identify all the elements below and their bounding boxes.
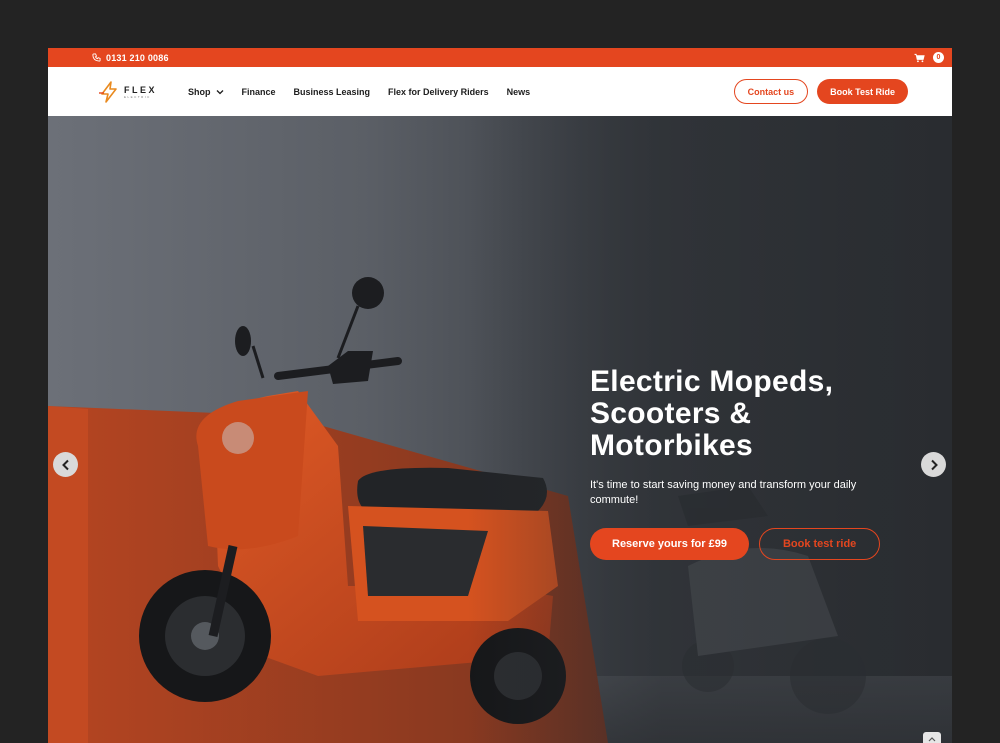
nav-item-label: Finance bbox=[241, 86, 276, 97]
lightning-logo-icon bbox=[99, 80, 117, 103]
nav-item-news[interactable]: News bbox=[507, 87, 531, 97]
logo-subtitle: ELECTRIC bbox=[124, 94, 151, 99]
carousel-next-button[interactable] bbox=[921, 452, 946, 477]
nav-item-shop[interactable]: Shop bbox=[188, 87, 224, 97]
chevron-right-icon bbox=[930, 459, 938, 470]
browser-page: 0131 210 0086 0 FLEX ELECTRIC Shop Finan… bbox=[48, 48, 952, 743]
hero-title-line: Electric Mopeds, bbox=[590, 365, 834, 398]
book-test-ride-button[interactable]: Book Test Ride bbox=[817, 79, 908, 104]
nav-item-finance[interactable]: Finance bbox=[242, 87, 276, 97]
chevron-down-icon bbox=[216, 89, 223, 94]
chevron-up-icon bbox=[928, 737, 936, 742]
chevron-left-icon bbox=[61, 459, 69, 470]
logo-word: FLEX bbox=[124, 84, 158, 95]
nav-item-label: Shop bbox=[188, 86, 211, 97]
book-test-ride-hero-button[interactable]: Book test ride bbox=[758, 528, 881, 560]
phone-number: 0131 210 0086 bbox=[106, 52, 169, 63]
nav-item-delivery-riders[interactable]: Flex for Delivery Riders bbox=[388, 87, 489, 97]
cart-link[interactable]: 0 bbox=[914, 52, 944, 63]
top-bar: 0131 210 0086 0 bbox=[48, 48, 952, 67]
cart-icon bbox=[914, 53, 925, 62]
hero-subtitle: It's time to start saving money and tran… bbox=[590, 479, 857, 506]
phone-link[interactable]: 0131 210 0086 bbox=[92, 53, 169, 63]
nav-item-business-leasing[interactable]: Business Leasing bbox=[294, 87, 371, 97]
phone-icon bbox=[92, 53, 101, 62]
contact-us-button[interactable]: Contact us bbox=[733, 79, 809, 104]
primary-nav: Shop Finance Business Leasing Flex for D… bbox=[188, 87, 530, 97]
nav-item-label: News bbox=[506, 86, 531, 97]
hero-title-line: Motorbikes bbox=[590, 429, 754, 462]
site-logo[interactable]: FLEX ELECTRIC bbox=[98, 80, 188, 103]
cart-count-badge: 0 bbox=[933, 52, 944, 63]
main-navbar: FLEX ELECTRIC Shop Finance Business Leas… bbox=[48, 67, 952, 116]
nav-item-label: Flex for Delivery Riders bbox=[388, 86, 489, 97]
hero-banner: Electric Mopeds, Scooters & Motorbikes I… bbox=[48, 116, 952, 743]
scroll-to-top-button[interactable] bbox=[923, 732, 941, 743]
nav-actions: Contact us Book Test Ride bbox=[733, 79, 908, 104]
hero-title-line: Scooters & bbox=[590, 397, 752, 430]
nav-item-label: Business Leasing bbox=[293, 86, 371, 97]
carousel-prev-button[interactable] bbox=[53, 452, 78, 477]
hero-title: Electric Mopeds, Scooters & Motorbikes bbox=[590, 366, 920, 462]
reserve-button[interactable]: Reserve yours for £99 bbox=[590, 528, 749, 560]
hero-content: Electric Mopeds, Scooters & Motorbikes I… bbox=[590, 366, 920, 560]
hero-buttons: Reserve yours for £99 Book test ride bbox=[590, 528, 920, 560]
